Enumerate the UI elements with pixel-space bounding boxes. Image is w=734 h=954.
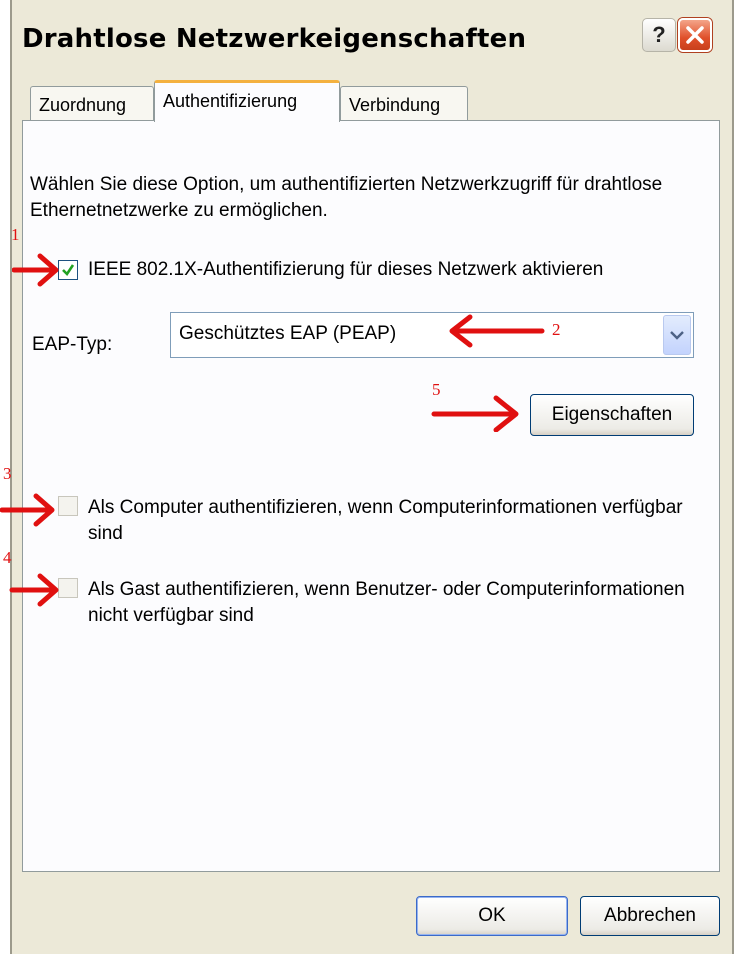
annotation-number-4: 4 xyxy=(3,548,12,567)
tab-authentifizierung[interactable]: Authentifizierung xyxy=(154,80,340,122)
title-bar[interactable]: Drahtlose Netzwerkeigenschaften ? xyxy=(12,0,732,84)
chevron-down-icon xyxy=(670,331,684,340)
eap-type-label: EAP-Typ: xyxy=(32,334,113,355)
tab-verbindung[interactable]: Verbindung xyxy=(340,86,468,122)
window-title: Drahtlose Netzwerkeigenschaften xyxy=(22,24,527,54)
eap-type-value: Geschütztes EAP (PEAP) xyxy=(179,323,397,344)
annotation-number-5: 5 xyxy=(432,380,441,399)
annotation-number-1: 1 xyxy=(11,225,20,244)
computer-auth-checkbox[interactable] xyxy=(58,496,78,516)
description-text: Wählen Sie diese Option, um authentifizi… xyxy=(30,174,663,221)
close-button[interactable] xyxy=(678,18,712,52)
tab-zuordnung[interactable]: Zuordnung xyxy=(30,86,154,122)
ieee8021x-checkbox[interactable] xyxy=(58,260,78,280)
ieee8021x-label: IEEE 802.1X-Authentifizierung für dieses… xyxy=(88,259,604,280)
eap-type-select[interactable]: Geschütztes EAP (PEAP) xyxy=(170,312,694,358)
computer-auth-label: Als Computer authentifizieren, wenn Comp… xyxy=(88,497,683,544)
dropdown-button[interactable] xyxy=(663,315,691,355)
properties-button[interactable]: Eigenschaften xyxy=(530,394,694,436)
annotation-number-2: 2 xyxy=(552,320,561,339)
guest-auth-label: Als Gast authentifizieren, wenn Benutzer… xyxy=(88,579,685,626)
guest-auth-checkbox[interactable] xyxy=(58,578,78,598)
checkmark-icon xyxy=(62,264,75,277)
annotation-number-3: 3 xyxy=(3,464,12,483)
cancel-button[interactable]: Abbrechen xyxy=(580,896,720,936)
help-button[interactable]: ? xyxy=(642,18,676,52)
ok-button[interactable]: OK xyxy=(416,896,568,936)
close-icon xyxy=(686,26,704,44)
